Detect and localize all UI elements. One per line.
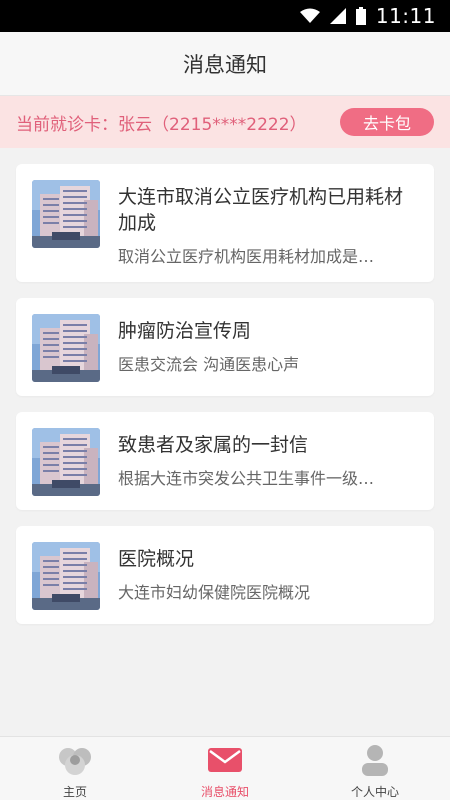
message-desc: 根据大连市突发公共卫生事件一级…: [118, 469, 375, 488]
message-desc: 医患交流会 沟通医患心声: [118, 355, 300, 374]
nav-item-messages[interactable]: 消息通知: [150, 737, 300, 800]
hospital-building-thumbnail: [32, 542, 100, 610]
message-desc: 大连市妇幼保健院医院概况: [118, 583, 311, 602]
message-item[interactable]: 肿瘤防治宣传周 医患交流会 沟通医患心声: [16, 298, 434, 396]
wifi-icon: [299, 8, 320, 23]
message-item[interactable]: 大连市取消公立医疗机构已用耗材加成 取消公立医疗机构医用耗材加成是…: [16, 164, 434, 282]
nav-item-profile[interactable]: 个人中心: [300, 737, 450, 800]
page-title: 消息通知: [183, 52, 267, 77]
mail-icon: [205, 743, 245, 777]
hospital-building-thumbnail: [32, 180, 100, 248]
hospital-building-thumbnail: [32, 428, 100, 496]
message-title: 大连市取消公立医疗机构已用耗材加成: [118, 186, 404, 234]
message-title: 致患者及家属的一封信: [118, 434, 309, 456]
hospital-building-thumbnail: [32, 314, 100, 382]
message-item[interactable]: 医院概况 大连市妇幼保健院医院概况: [16, 526, 434, 624]
status-time: 11:11: [375, 4, 436, 28]
nav-label-home: 主页: [62, 785, 87, 799]
status-bar: 11:11: [0, 0, 450, 32]
message-desc: 取消公立医疗机构医用耗材加成是…: [118, 247, 375, 266]
nav-label-profile: 个人中心: [350, 785, 399, 799]
message-title: 医院概况: [118, 548, 195, 570]
current-card-text: 当前就诊卡：张云（2215****2222）: [16, 114, 307, 135]
battery-icon: [355, 7, 366, 25]
current-card-banner: 当前就诊卡：张云（2215****2222） 去卡包: [0, 96, 450, 148]
header: 消息通知: [0, 32, 450, 96]
person-icon: [355, 743, 395, 777]
message-list: 大连市取消公立医疗机构已用耗材加成 取消公立医疗机构医用耗材加成是… 肿瘤防治宣…: [16, 164, 434, 640]
nav-label-messages: 消息通知: [200, 785, 249, 799]
bottom-nav: 主页 消息通知 个人中心: [0, 736, 450, 800]
nav-item-home[interactable]: 主页: [0, 737, 150, 800]
message-item[interactable]: 致患者及家属的一封信 根据大连市突发公共卫生事件一级…: [16, 412, 434, 510]
home-logo-icon: [55, 743, 95, 777]
message-title: 肿瘤防治宣传周: [118, 320, 252, 342]
card-wallet-button[interactable]: 去卡包: [340, 108, 434, 136]
cell-signal-icon: [329, 8, 346, 24]
